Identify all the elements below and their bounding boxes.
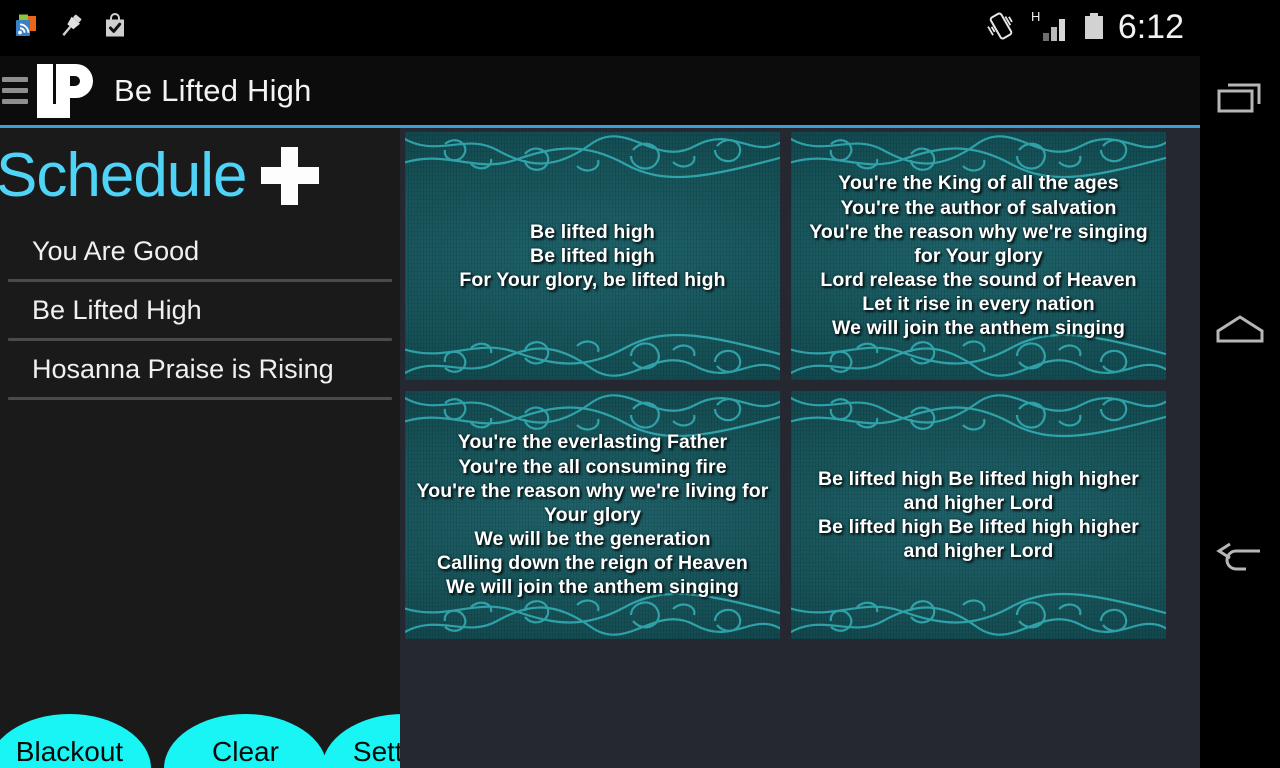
slide-text: You're the King of all the ages You're t…: [797, 171, 1161, 340]
slide-line: We will join the anthem singing: [445, 576, 740, 599]
status-bar-left-icons: [0, 11, 130, 46]
slide-line: You're the reason why we're singing for …: [809, 220, 1148, 267]
vibrate-mode-icon: [983, 8, 1019, 49]
rss-reader-icon: [12, 11, 42, 46]
slide-line: For Your glory, be lifted high: [459, 269, 726, 292]
slide-line: Be lifted high: [530, 244, 655, 267]
schedule-list: You Are Good Be Lifted High Hosanna Prai…: [0, 223, 400, 768]
slide-text: You're the everlasting Father You're the…: [411, 430, 775, 599]
list-item-label: Be Lifted High: [32, 294, 202, 325]
slide-line: You're the King of all the ages: [838, 172, 1119, 195]
slide-thumbnail-3[interactable]: You're the everlasting Father You're the…: [405, 391, 780, 639]
back-icon: [1214, 542, 1266, 587]
recents-button[interactable]: [1200, 40, 1280, 160]
sidebar-item-you-are-good[interactable]: You Are Good: [0, 223, 400, 279]
slide-line: We will join the anthem singing: [831, 317, 1126, 340]
slide-line: We will be the generation: [474, 528, 711, 551]
slide-line: Lord release the sound of Heaven: [820, 269, 1137, 292]
slide-line: Be lifted high Be lifted high higher and…: [817, 467, 1139, 514]
list-item-label: Hosanna Praise is Rising: [32, 353, 334, 384]
ornament-bottom-icon: [405, 320, 780, 380]
hamburger-menu-icon[interactable]: [2, 77, 28, 104]
slide-line: Be lifted high: [530, 220, 655, 243]
slide-preview-panel: Be lifted high Be lifted high For Your g…: [400, 128, 1200, 768]
slide-thumbnail-1[interactable]: Be lifted high Be lifted high For Your g…: [405, 132, 780, 380]
schedule-heading: Schedule: [0, 140, 248, 210]
status-bar-clock: 6:12: [1117, 7, 1184, 46]
slide-text: Be lifted high Be lifted high For Your g…: [411, 220, 775, 293]
blackout-button-label: Blackout: [15, 736, 124, 767]
ornament-top-icon: [791, 391, 1166, 451]
page-title: Be Lifted High: [114, 72, 312, 108]
add-item-button[interactable]: [257, 143, 323, 209]
slide-thumbnail-4[interactable]: Be lifted high Be lifted high higher and…: [791, 391, 1166, 639]
back-button[interactable]: [1200, 504, 1280, 624]
schedule-header: Schedule: [0, 128, 400, 223]
slide-line: You're the everlasting Father: [457, 431, 728, 454]
ornament-top-icon: [405, 132, 780, 192]
sidebar-item-be-lifted-high[interactable]: Be Lifted High: [0, 282, 400, 338]
sidebar-item-hosanna-praise-is-rising[interactable]: Hosanna Praise is Rising: [0, 341, 400, 397]
svg-text:H: H: [1031, 9, 1040, 24]
slide-line: Calling down the reign of Heaven: [437, 552, 748, 575]
pushpin-icon: [56, 11, 86, 46]
slide-line: Be lifted high Be lifted high higher and…: [817, 516, 1139, 563]
slide-text: Be lifted high Be lifted high higher and…: [797, 467, 1161, 564]
main-content: Schedule You Are Good Be Lifted High Hos…: [0, 128, 1200, 768]
battery-icon: [1081, 8, 1107, 49]
ornament-bottom-icon: [791, 579, 1166, 639]
slide-line: You're the author of salvation: [840, 196, 1117, 219]
slide-thumbnail-2[interactable]: You're the King of all the ages You're t…: [791, 132, 1166, 380]
android-app-screen: H 6:12 Be Lifted High Schedule You Are G…: [0, 0, 1280, 768]
action-bar: Be Lifted High: [0, 56, 1200, 125]
slide-line: You're the reason why we're living for Y…: [416, 479, 769, 526]
status-bar-right-icons: H 6:12: [983, 8, 1200, 49]
shopping-bag-check-icon: [100, 11, 130, 46]
slide-line: Let it rise in every nation: [862, 293, 1095, 316]
system-navigation-bar: [1200, 0, 1280, 768]
list-divider: [8, 397, 392, 400]
slide-grid: Be lifted high Be lifted high For Your g…: [405, 130, 1166, 639]
status-bar: H 6:12: [0, 0, 1200, 56]
home-button[interactable]: [1200, 272, 1280, 392]
list-item-label: You Are Good: [32, 235, 200, 266]
schedule-sidebar: Schedule You Are Good Be Lifted High Hos…: [0, 128, 485, 768]
clear-button-label: Clear: [212, 736, 279, 767]
slide-line: You're the all consuming fire: [458, 455, 727, 478]
lp-logo-icon: [34, 62, 96, 120]
signal-hspa-icon: H: [1030, 8, 1070, 49]
home-icon: [1214, 311, 1266, 354]
recents-icon: [1214, 78, 1266, 123]
